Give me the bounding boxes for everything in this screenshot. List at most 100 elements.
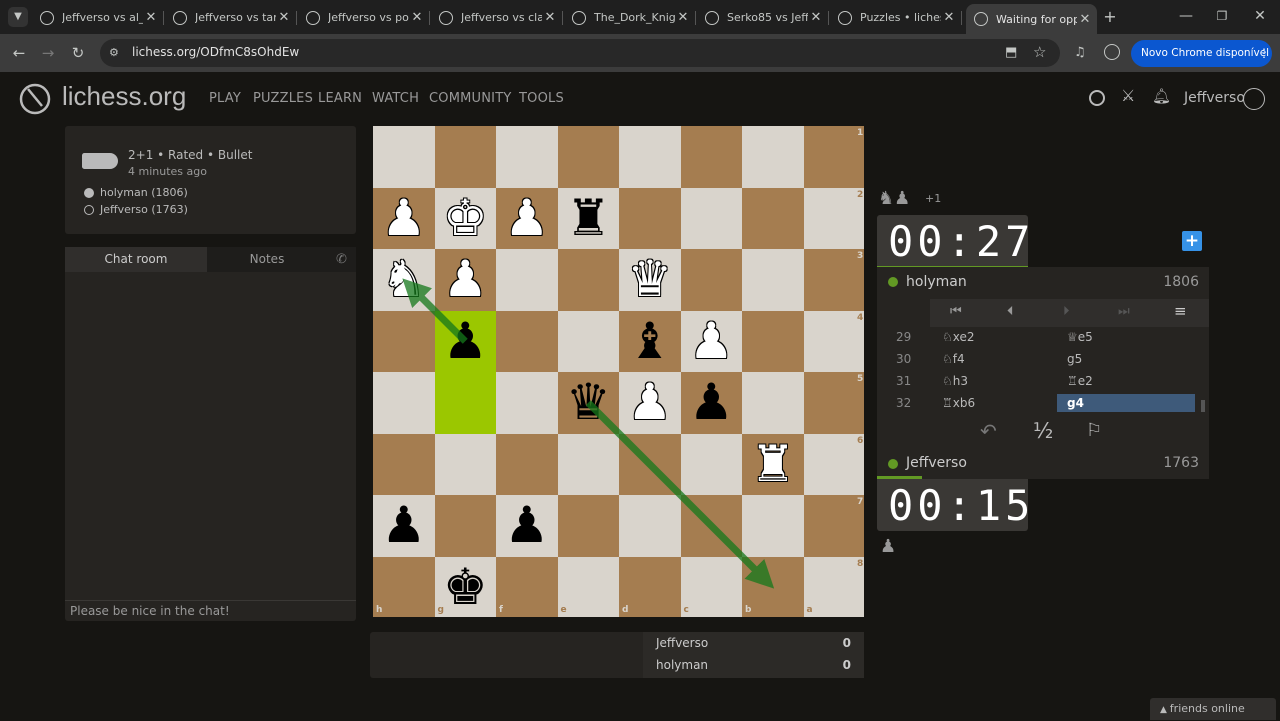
- notifications-icon[interactable]: 🔔︎: [1152, 87, 1171, 105]
- square-f6[interactable]: [496, 433, 558, 495]
- piece-g3[interactable]: ♟: [435, 249, 497, 311]
- piece-h2[interactable]: ♟: [373, 188, 435, 250]
- square-g1[interactable]: [434, 126, 496, 188]
- address-bar[interactable]: ⚙ lichess.org/ODfmC8sOhdEw ⬒ ☆: [100, 39, 1060, 67]
- square-d6[interactable]: [619, 433, 681, 495]
- square-f1[interactable]: [496, 126, 558, 188]
- square-c6[interactable]: [680, 433, 742, 495]
- chess-board[interactable]: 12345678hgfedcba ♟ ♚ ♟ ♜ ♞ ♟ ♛ ♟ ♝ ♟ ♛ ♟ ♟ ♜ ♟ ♟ ♚: [373, 126, 864, 617]
- square-b1[interactable]: [742, 126, 804, 188]
- first-move-icon[interactable]: ⏮: [950, 304, 968, 319]
- piece-h3[interactable]: ♞: [373, 249, 435, 311]
- piece-d5[interactable]: ♟: [619, 372, 681, 434]
- square-b7[interactable]: [742, 495, 804, 557]
- move-black[interactable]: g4: [1057, 394, 1195, 412]
- next-move-icon[interactable]: ⏵: [1063, 304, 1081, 319]
- square-a4[interactable]: [803, 310, 864, 372]
- square-d2[interactable]: [619, 187, 681, 249]
- square-e3[interactable]: [557, 249, 619, 311]
- nav-watch[interactable]: WATCH: [372, 91, 419, 106]
- square-d7[interactable]: [619, 495, 681, 557]
- user-menu[interactable]: Jeffverso: [1184, 90, 1245, 106]
- browser-tab[interactable]: Serko85 vs Jeffv ✕: [697, 5, 828, 30]
- browser-tab[interactable]: Jeffverso vs tare ✕: [165, 5, 296, 30]
- close-tab-icon[interactable]: ✕: [675, 10, 691, 25]
- site-logo-text[interactable]: lichess.org: [62, 81, 186, 112]
- square-c2[interactable]: [680, 187, 742, 249]
- move-white[interactable]: ♘xe2: [942, 330, 975, 344]
- install-app-icon[interactable]: ⬒: [1005, 44, 1023, 62]
- close-window-button[interactable]: ✕: [1250, 6, 1270, 26]
- square-c3[interactable]: [680, 249, 742, 311]
- square-e1[interactable]: [557, 126, 619, 188]
- square-c1[interactable]: [680, 126, 742, 188]
- user-avatar-icon[interactable]: [1243, 88, 1265, 110]
- square-b3[interactable]: [742, 249, 804, 311]
- close-tab-icon[interactable]: ✕: [542, 10, 558, 25]
- square-h1[interactable]: [373, 126, 435, 188]
- square-g7[interactable]: [434, 495, 496, 557]
- square-c8[interactable]: [680, 556, 742, 617]
- tab-search-button[interactable]: ▼: [8, 7, 28, 27]
- square-g5[interactable]: [434, 372, 496, 434]
- square-a5[interactable]: [803, 372, 864, 434]
- piece-d4[interactable]: ♝: [619, 311, 681, 373]
- piece-g4[interactable]: ♟: [435, 311, 497, 373]
- move-white[interactable]: ♘h3: [942, 374, 968, 388]
- player-name[interactable]: Jeffverso: [906, 455, 967, 471]
- square-g6[interactable]: [434, 433, 496, 495]
- friends-online-box[interactable]: ▲ friends online: [1150, 698, 1276, 720]
- square-b2[interactable]: [742, 187, 804, 249]
- piece-f2[interactable]: ♟: [496, 188, 558, 250]
- square-f5[interactable]: [496, 372, 558, 434]
- piece-c4[interactable]: ♟: [681, 311, 743, 373]
- square-h6[interactable]: [373, 433, 435, 495]
- lichess-logo-icon[interactable]: [18, 82, 52, 116]
- forward-icon[interactable]: →: [38, 43, 58, 63]
- back-icon[interactable]: ←: [9, 43, 29, 63]
- square-a6[interactable]: [803, 433, 864, 495]
- square-a1[interactable]: [803, 126, 864, 188]
- nav-play[interactable]: PLAY: [209, 91, 241, 106]
- move-black[interactable]: g5: [1057, 350, 1092, 368]
- move-white[interactable]: ♘f4: [942, 352, 965, 366]
- move-black[interactable]: ♖e2: [1057, 372, 1103, 390]
- square-f4[interactable]: [496, 310, 558, 372]
- black-player-link[interactable]: Jeffverso (1763): [100, 203, 188, 216]
- square-e7[interactable]: [557, 495, 619, 557]
- voice-chat-icon[interactable]: ✆: [327, 247, 356, 272]
- browser-tab[interactable]: Jeffverso vs clag ✕: [431, 5, 562, 30]
- browser-tab[interactable]: Jeffverso vs posn✕: [298, 5, 429, 30]
- browser-tab[interactable]: Puzzles • lichess.✕: [830, 5, 961, 30]
- square-c7[interactable]: [680, 495, 742, 557]
- browser-tab[interactable]: The_Dork_Knigh ✕: [564, 5, 695, 30]
- profile-icon[interactable]: [1104, 44, 1120, 60]
- last-move-icon[interactable]: ⏭: [1118, 304, 1136, 319]
- square-h5[interactable]: [373, 372, 435, 434]
- minimize-button[interactable]: —: [1176, 6, 1196, 26]
- close-tab-icon[interactable]: ✕: [143, 10, 159, 25]
- chrome-update-button[interactable]: Novo Chrome disponível: [1131, 40, 1272, 67]
- square-b5[interactable]: [742, 372, 804, 434]
- square-e4[interactable]: [557, 310, 619, 372]
- close-tab-icon[interactable]: ✕: [808, 10, 824, 25]
- square-a2[interactable]: [803, 187, 864, 249]
- tab-notes[interactable]: Notes: [207, 247, 327, 272]
- new-tab-button[interactable]: +: [1101, 7, 1119, 27]
- opponent-name[interactable]: holyman: [906, 274, 967, 290]
- media-controls-icon[interactable]: ♫: [1074, 43, 1092, 63]
- piece-g8[interactable]: ♚: [435, 557, 497, 618]
- takeback-icon[interactable]: ↶: [980, 419, 1004, 443]
- move-black[interactable]: ♕e5: [1057, 328, 1103, 346]
- chrome-menu-icon[interactable]: ⋮: [1256, 47, 1272, 63]
- piece-f7[interactable]: ♟: [496, 495, 558, 557]
- close-tab-icon[interactable]: ✕: [276, 10, 292, 25]
- piece-d3[interactable]: ♛: [619, 249, 681, 311]
- nav-puzzles[interactable]: PUZZLES: [253, 91, 313, 106]
- move-white[interactable]: ♖xb6: [942, 396, 975, 410]
- white-player-link[interactable]: holyman (1806): [100, 186, 188, 199]
- piece-g2[interactable]: ♚: [435, 188, 497, 250]
- move-list-scrollbar[interactable]: [1201, 400, 1205, 412]
- bookmark-star-icon[interactable]: ☆: [1033, 43, 1051, 61]
- square-d1[interactable]: [619, 126, 681, 188]
